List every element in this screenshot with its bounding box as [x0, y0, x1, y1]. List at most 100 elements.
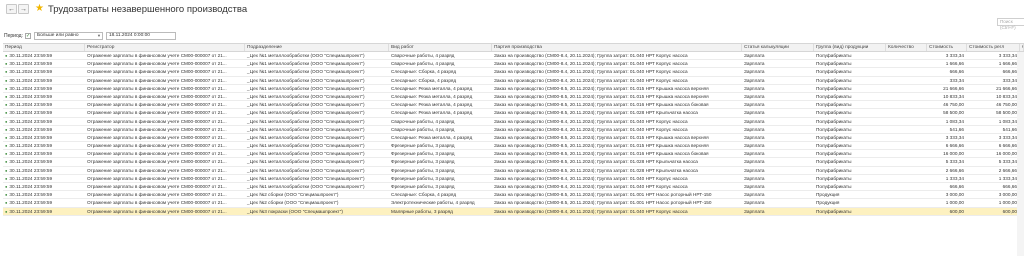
table-row[interactable]: ● 30.11.2024 23:59:59 Отражение зарплаты в…: [3, 167, 1024, 175]
table-cell: _Цех №3 покраски (ООО "Спецмашпроект"): [247, 208, 343, 214]
column-header[interactable]: Статья калькуляции: [742, 44, 814, 51]
table-row[interactable]: ● 30.11.2024 23:59:59 Отражение зарплаты в…: [3, 85, 1024, 93]
title-bar: ← → ★ Трудозатраты незавершенного произв…: [0, 0, 1024, 18]
table-row[interactable]: ● 30.11.2024 23:59:59 Отражение зарплаты в…: [3, 101, 1024, 110]
table-row[interactable]: ● 30.11.2024 23:59:59 Отражение зарплаты в…: [3, 142, 1024, 151]
period-checkbox[interactable]: ✓: [24, 32, 31, 39]
table-cell: Зарплата: [744, 102, 765, 108]
column-header[interactable]: Подразделение: [245, 44, 389, 51]
column-header[interactable]: Период: [3, 44, 85, 51]
table-cell: 3 333,34: [945, 53, 964, 58]
row-marker-icon: ●: [5, 151, 8, 157]
star-icon[interactable]: ★: [35, 4, 44, 14]
table-cell: Заказ на производство (СМ00-8.5, 20.11.2…: [494, 110, 698, 116]
table-cell: _Цех №1 металлообработки (ООО "Спецмашпр…: [247, 143, 365, 149]
table-cell: Заказ на производство (СМ00-8.5, 20.11.2…: [494, 159, 698, 165]
table-row[interactable]: ● 30.11.2024 23:59:59 Отражение зарплаты в…: [3, 150, 1024, 159]
table-cell: [886, 208, 927, 215]
column-header[interactable]: Партия производства: [492, 44, 742, 51]
column-header[interactable]: Ст: [1020, 44, 1024, 51]
table-cell: Зарплата: [744, 85, 765, 91]
vertical-scrollbar[interactable]: [1017, 52, 1024, 256]
table-row[interactable]: ● 30.11.2024 23:59:59 Отражение зарплаты в…: [3, 207, 1024, 216]
period-value: 30.11.2024 23:59:59: [9, 93, 53, 99]
table-cell: ● 30.11.2024 23:59:59: [3, 183, 85, 190]
table-cell: 541,66: [1002, 126, 1017, 132]
table-cell: 1 666,66: [945, 61, 964, 67]
table-cell: Отражение зарплаты в финансовом учете СМ…: [87, 143, 227, 149]
table-cell: Слесарные: Сборка, 4 разряд: [391, 192, 457, 198]
table-cell: _Цех №1 металлообработки (ООО "Спецмашпр…: [247, 85, 365, 91]
table-cell: [886, 142, 927, 149]
table-cell: [886, 175, 927, 182]
back-icon[interactable]: ←: [6, 4, 17, 14]
period-value: 30.11.2024 23:59:59: [9, 118, 53, 124]
table-cell: Сварочные работы, 4 разряд: [391, 53, 455, 58]
table-cell: Зарплата: [744, 143, 765, 149]
table-cell: Отражение зарплаты в финансовом учете СМ…: [87, 200, 227, 206]
table-cell: Заказ на производство (СМ00-8.5, 20.11.2…: [494, 143, 709, 149]
table-row[interactable]: ● 30.11.2024 23:59:59 Отражение зарплаты в…: [3, 199, 1024, 208]
column-header[interactable]: Стоимость регл: [967, 44, 1020, 51]
table-cell: Сварочные работы, 4 разряд: [391, 61, 455, 67]
table-row[interactable]: ● 30.11.2024 23:59:59 Отражение зарплаты в…: [3, 175, 1024, 183]
table-row[interactable]: ● 30.11.2024 23:59:59 Отражение зарплаты в…: [3, 77, 1024, 85]
table-cell: Отражение зарплаты в финансовом учете СМ…: [87, 93, 227, 99]
table-cell: Отражение зарплаты в финансовом учете СМ…: [87, 102, 227, 108]
table-cell: Полуфабрикаты: [816, 110, 852, 116]
column-header[interactable]: Стоимость: [927, 44, 967, 51]
date-field[interactable]: 18.11.2024 0:00:00: [105, 31, 176, 40]
table-cell: [886, 109, 927, 116]
table-cell: Слесарные: Резка металла, 4 разряд: [391, 93, 473, 99]
column-header[interactable]: Количество: [886, 44, 927, 51]
table-cell: 3 000,00: [998, 192, 1017, 198]
table-cell: Электротехнические работы, 4 разряд: [391, 200, 475, 206]
period-value: 30.11.2024 23:59:59: [9, 184, 53, 189]
column-header[interactable]: Вид работ: [389, 44, 492, 51]
table-cell: Отражение зарплаты в финансовом учете СМ…: [87, 159, 227, 165]
column-header[interactable]: Регистратор: [85, 44, 245, 51]
table-row[interactable]: ● 30.11.2024 23:59:59 Отражение зарплаты в…: [3, 183, 1024, 192]
table-row[interactable]: ● 30.11.2024 23:59:59 Отражение зарплаты в…: [3, 118, 1024, 126]
table-row[interactable]: ● 30.11.2024 23:59:59 Отражение зарплаты в…: [3, 109, 1024, 118]
table-cell: [886, 158, 927, 165]
table-cell: Фрезерные работы, 3 разряд: [391, 184, 455, 189]
table-cell: ● 30.11.2024 23:59:59: [3, 142, 85, 149]
table-row[interactable]: ● 30.11.2024 23:59:59 Отражение зарплаты в…: [3, 68, 1024, 77]
column-header[interactable]: Группа (вид) продукции: [814, 44, 886, 51]
table-cell: 46 750,00: [996, 102, 1017, 108]
table-row[interactable]: ● 30.11.2024 23:59:59 Отражение зарплаты в…: [3, 158, 1024, 167]
table-cell: Зарплата: [744, 167, 765, 173]
table-cell: _Цех №2 сборки (ООО "Спецмашпроект"): [247, 192, 339, 198]
table-cell: Полуфабрикаты: [816, 126, 852, 132]
table-cell: 3 000,00: [945, 192, 964, 198]
table-cell: 666,66: [1002, 69, 1017, 75]
table-cell: 21 666,66: [943, 85, 964, 91]
table-cell: 6 666,66: [945, 143, 964, 149]
table-cell: [886, 183, 927, 190]
forward-icon[interactable]: →: [18, 4, 29, 14]
table-cell: Зарплата: [744, 110, 765, 116]
condition-select[interactable]: Больше или равно ▼: [33, 31, 103, 40]
table-row[interactable]: ● 30.11.2024 23:59:59 Отражение зарплаты в…: [3, 191, 1024, 200]
table-cell: 600,00: [949, 208, 964, 214]
table-cell: _Цех №1 металлообработки (ООО "Спецмашпр…: [247, 118, 365, 124]
table-cell: [886, 93, 927, 100]
table-row[interactable]: ● 30.11.2024 23:59:59 Отражение зарплаты в…: [3, 134, 1024, 143]
table-cell: ● 30.11.2024 23:59:59: [3, 85, 85, 92]
period-value: 30.11.2024 23:59:59: [9, 53, 53, 58]
table-cell: Фрезерные работы, 3 разряд: [391, 175, 455, 181]
table-row[interactable]: ● 30.11.2024 23:59:59 Отражение зарплаты в…: [3, 93, 1024, 102]
table-cell: Отражение зарплаты в финансовом учете СМ…: [87, 151, 227, 157]
search-input[interactable]: Поиск (Ctrl+F): [997, 18, 1024, 30]
table-cell: Заказ на производство (СМ00-8.4, 20.11.2…: [494, 175, 688, 181]
period-value: 30.11.2024 23:59:59: [9, 102, 53, 108]
table-cell: _Цех №1 металлообработки (ООО "Спецмашпр…: [247, 53, 365, 58]
table-row[interactable]: ● 30.11.2024 23:59:59 Отражение зарплаты в…: [3, 60, 1024, 69]
table-cell: Заказ на производство (СМ00-8.4, 20.11.2…: [494, 208, 688, 214]
table-cell: Полуфабрикаты: [816, 102, 852, 108]
table-row[interactable]: ● 30.11.2024 23:59:59 Отражение зарплаты в…: [3, 52, 1024, 61]
table-row[interactable]: ● 30.11.2024 23:59:59 Отражение зарплаты в…: [3, 126, 1024, 134]
period-value: 30.11.2024 23:59:59: [9, 126, 53, 132]
table-cell: ● 30.11.2024 23:59:59: [3, 158, 85, 165]
